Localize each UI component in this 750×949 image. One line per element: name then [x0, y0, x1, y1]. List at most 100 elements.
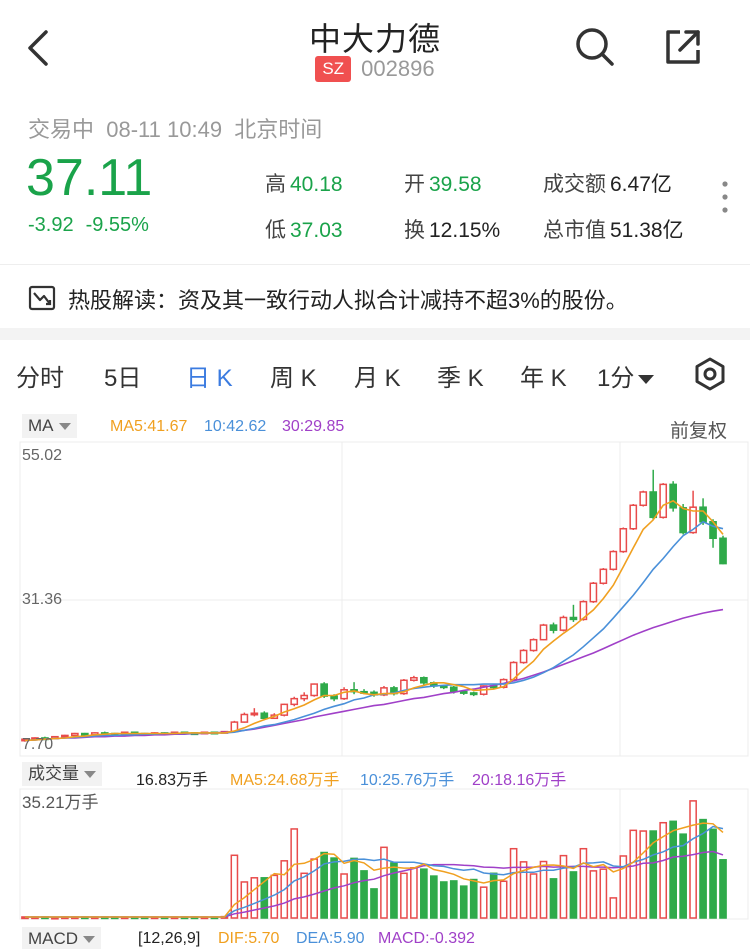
volume-bar-up — [529, 873, 538, 919]
candle-body — [260, 712, 269, 720]
tab-5day[interactable]: 5日 — [104, 358, 141, 393]
candle-down — [669, 481, 677, 512]
volume-bar-down — [709, 828, 717, 919]
section-divider — [0, 328, 750, 340]
adjust-mode-button[interactable]: 前复权 — [670, 416, 727, 443]
candle-down — [350, 682, 358, 695]
tab-minute-dropdown[interactable]: 1分 — [597, 358, 655, 393]
share-icon[interactable] — [660, 24, 706, 70]
candle-body — [250, 712, 259, 716]
volume-bar-up — [509, 847, 518, 919]
stock-code: 002896 — [361, 56, 435, 81]
stat-low: 低 37.03 — [265, 219, 343, 242]
candle-down — [549, 622, 558, 634]
search-icon[interactable] — [572, 24, 618, 70]
change-percent: -9.55% — [85, 214, 149, 236]
hot-stock-banner[interactable]: 热股解读：资及其一致行动人拟合计减持不超3%的股份。 — [0, 264, 750, 328]
tab-yearly-k[interactable]: 年 K — [520, 358, 567, 393]
macd-params: [12,26,9] — [138, 930, 201, 947]
volume-bar-up — [689, 800, 697, 919]
candle-body — [589, 582, 598, 603]
macd-dea: DEA:5.90 — [296, 930, 365, 947]
candle-down — [569, 604, 578, 622]
volume-bar-up — [479, 886, 488, 919]
candle-body — [629, 504, 638, 530]
volume-bar-up — [559, 854, 568, 919]
tab-daily-k[interactable]: 日 K — [186, 358, 233, 393]
volume-bar-up — [310, 858, 319, 919]
candle-body — [529, 638, 538, 652]
stat-turnover: 成交额 6.47亿 — [543, 173, 672, 196]
candle-up — [639, 490, 648, 507]
stat-exchange: 换 12.15% — [404, 219, 501, 242]
tab-weekly-k[interactable]: 周 K — [270, 358, 317, 393]
chevron-down-icon — [638, 375, 655, 385]
candle-body — [659, 483, 668, 519]
chart-grid — [19, 441, 749, 757]
volume-bar-up — [609, 897, 618, 919]
candle-body — [609, 550, 618, 571]
volume-bar-down — [439, 881, 448, 919]
price-change: -3.92 -9.55% — [28, 214, 149, 237]
volume-bar-down — [370, 888, 378, 919]
tab-quarterly-k[interactable]: 季 K — [437, 358, 484, 393]
candle-body — [469, 692, 478, 696]
trading-status: 交易中 08-11 10:49 北京时间 — [28, 112, 322, 144]
volume-bar-down — [679, 833, 687, 919]
chevron-down-icon — [84, 771, 96, 779]
volume-bar-up — [499, 880, 508, 919]
settings-hexagon-icon[interactable] — [692, 356, 728, 392]
candle-up — [300, 692, 309, 702]
candlestick-chart[interactable]: 55.02 31.36 7.70 — [0, 440, 750, 758]
volume-bar-up — [629, 829, 638, 919]
y-tick-mid: 31.36 — [22, 591, 62, 608]
candle-body — [300, 694, 309, 700]
candle-up — [659, 483, 668, 519]
volume-bar-down — [420, 868, 428, 919]
candle-body — [639, 491, 648, 507]
more-vertical-icon[interactable] — [720, 180, 730, 214]
candle-body — [549, 624, 558, 631]
hot-stock-text: 热股解读：资及其一致行动人拟合计减持不超3%的股份。 — [68, 288, 628, 313]
candle-body — [459, 690, 468, 694]
volume-indicator-select[interactable]: 成交量 — [22, 762, 102, 786]
volume-bar-up — [250, 877, 259, 919]
chevron-down-icon — [58, 423, 71, 431]
volume-chart[interactable]: 35.21万手 — [0, 788, 750, 920]
ma-indicator-select[interactable]: MA — [22, 414, 77, 438]
volume-bar-down — [390, 862, 398, 919]
macd-indicator-select[interactable]: MACD — [22, 927, 102, 949]
ma5-legend: MA5:41.67 — [110, 418, 188, 435]
candle-body — [290, 697, 299, 706]
change-value: -3.92 — [28, 214, 74, 236]
volume-ma20: 20:18.16万手 — [472, 772, 567, 789]
volume-bar-down — [350, 857, 358, 919]
stat-open: 开 39.58 — [404, 173, 482, 196]
volume-bar-down — [469, 878, 478, 919]
candle-body — [669, 483, 677, 509]
candle-body — [599, 568, 608, 585]
tab-intraday[interactable]: 分时 — [16, 358, 64, 393]
nav-bar: 中大力德 SZ 002896 — [0, 0, 750, 100]
candle-body — [310, 683, 319, 697]
volume-bar-down — [320, 851, 328, 919]
chart-border — [19, 441, 749, 757]
volume-ma10: 10:25.76万手 — [360, 772, 455, 789]
volume-bar-down — [449, 880, 458, 919]
candle-body — [569, 616, 578, 621]
volume-bar-down — [429, 875, 438, 919]
volume-bar-down — [569, 871, 578, 919]
volume-bar-up — [599, 868, 608, 919]
tab-monthly-k[interactable]: 月 K — [354, 358, 401, 393]
candle-up — [280, 703, 289, 717]
ma-lines — [24, 499, 724, 742]
volume-bar-up — [579, 847, 588, 919]
candle-up — [290, 696, 299, 707]
stock-name: 中大力德 — [308, 21, 441, 57]
volume-current: 16.83万手 — [136, 772, 209, 789]
timezone-label: 北京时间 — [234, 117, 323, 142]
ma5-line — [24, 499, 724, 742]
candle-body — [320, 683, 328, 697]
candle-down — [649, 469, 658, 520]
stat-market-cap: 总市值 51.38亿 — [543, 219, 684, 242]
